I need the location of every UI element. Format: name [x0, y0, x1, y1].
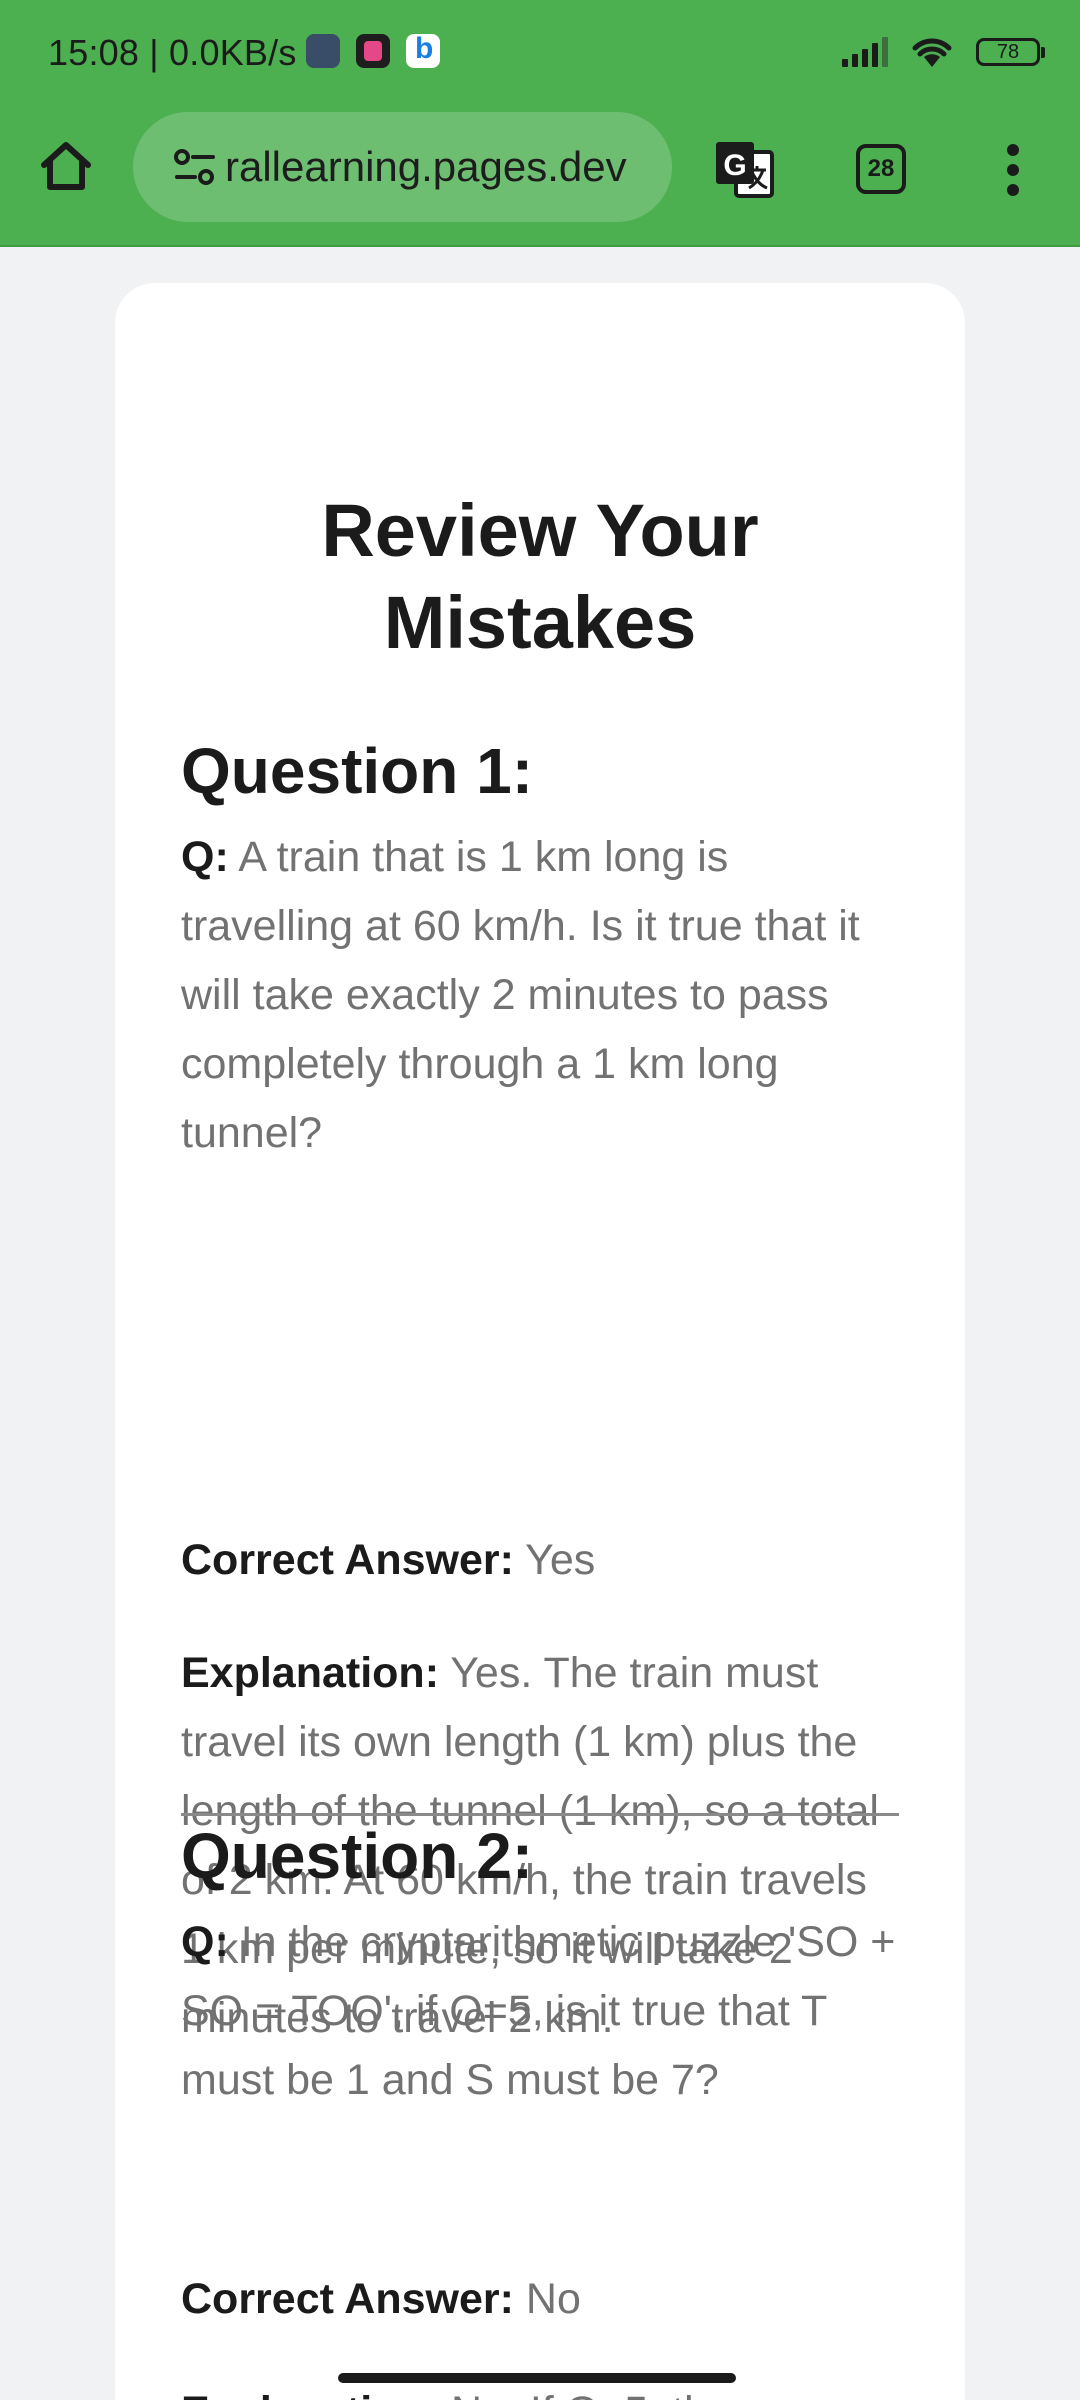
menu-dot-icon	[1007, 144, 1019, 156]
review-card: Review Your Mistakes Question 1: Q: A tr…	[115, 283, 965, 2400]
weather-notification-icon	[306, 34, 340, 68]
page-title: Review Your Mistakes	[321, 489, 759, 664]
question-2-answer-value: No	[525, 2275, 581, 2323]
battery-level: 78	[996, 41, 1020, 63]
gesture-navigation-bar[interactable]	[338, 2373, 736, 2383]
question-2-heading: Question 2:	[181, 1820, 534, 1892]
home-icon	[41, 142, 91, 190]
svg-text:G: G	[723, 149, 746, 182]
question-1-answer: Correct Answer: Yes	[181, 1526, 899, 1595]
app-notification-icon	[356, 34, 390, 68]
browser-toolbar: rallearning.pages.dev G 28	[0, 108, 1080, 228]
wifi-icon	[912, 38, 952, 67]
menu-dot-icon	[1007, 184, 1019, 196]
question-divider	[181, 1813, 899, 1816]
answer-label: Correct Answer:	[181, 2275, 514, 2323]
browser-chrome: 15:08 | 0.0KB/s 78	[0, 0, 1080, 247]
status-indicators: 78	[842, 30, 1045, 74]
question-label: Q:	[181, 833, 229, 881]
question-1-body: A train that is 1 km long is travelling …	[181, 833, 860, 1157]
explanation-label: Explanation:	[181, 1649, 440, 1697]
translate-button[interactable]: G	[712, 138, 776, 202]
more-options-button[interactable]	[996, 138, 1030, 202]
site-settings-icon[interactable]	[173, 147, 217, 187]
question-1-heading: Question 1:	[181, 735, 534, 807]
menu-dot-icon	[1007, 164, 1019, 176]
bing-notification-icon	[406, 32, 440, 68]
question-2-text: Q: In the cryptarithmetic puzzle 'SO + S…	[181, 1908, 899, 2115]
home-button[interactable]	[34, 134, 98, 198]
translate-icon: G	[716, 142, 774, 198]
status-bar: 15:08 | 0.0KB/s 78	[0, 0, 1080, 105]
url-text[interactable]: rallearning.pages.dev	[225, 112, 661, 222]
question-1-text: Q: A train that is 1 km long is travelli…	[181, 823, 899, 1168]
question-label: Q:	[181, 1918, 229, 1966]
question-2-explanation-body: No. If O=5, the	[451, 2388, 732, 2400]
battery-icon: 78	[976, 38, 1045, 66]
question-2-body: In the cryptarithmetic puzzle 'SO + SO =…	[181, 1918, 896, 2104]
status-time: 15:08 | 0.0KB/s	[48, 32, 297, 73]
question-2-answer: Correct Answer: No	[181, 2265, 899, 2334]
address-bar[interactable]: rallearning.pages.dev	[133, 112, 672, 222]
cell-signal-icon	[842, 37, 888, 67]
explanation-label: Explanation:	[181, 2388, 439, 2400]
question-1-answer-value: Yes	[525, 1536, 596, 1584]
tab-switcher-button[interactable]: 28	[856, 144, 906, 194]
answer-label: Correct Answer:	[181, 1536, 514, 1584]
